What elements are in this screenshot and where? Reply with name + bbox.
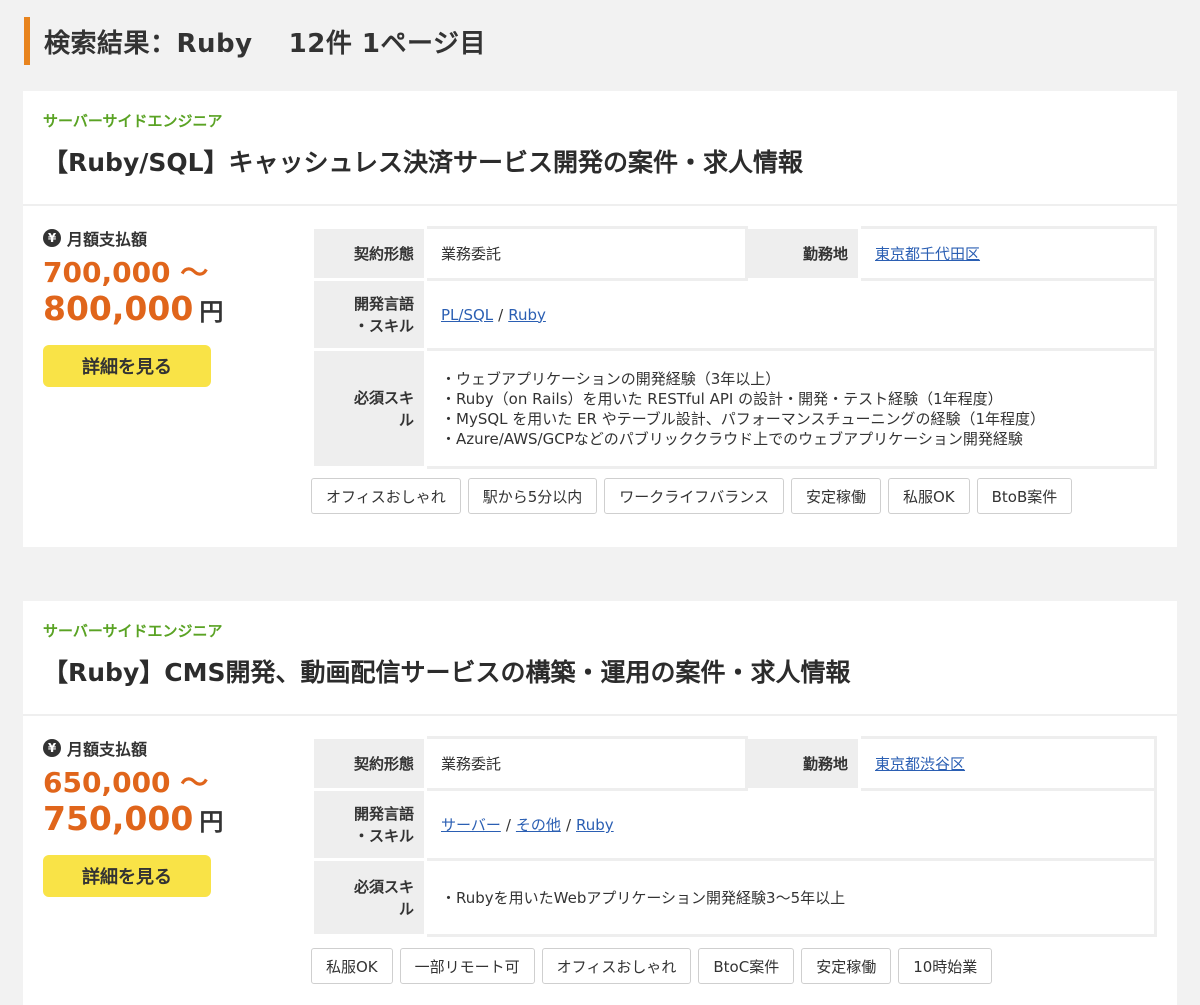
separator: /	[565, 816, 571, 834]
tag-chip[interactable]: 10時始業	[898, 948, 993, 984]
tag-chip[interactable]: オフィスおしゃれ	[311, 478, 461, 514]
job-category[interactable]: サーバーサイドエンジニア	[43, 620, 223, 641]
contract-label: 契約形態	[311, 736, 427, 791]
job-info-table: 契約形態 業務委託 勤務地 東京都千代田区 開発言語 ・スキル PL/SQL / Ru…	[311, 226, 1157, 469]
job-info-table: 契約形態 業務委託 勤務地 東京都渋谷区 開発言語 ・スキル サーバー / その他 / R…	[311, 736, 1157, 937]
job-card-header: サーバーサイドエンジニア 【Ruby/SQL】キャッシュレス決済サービス開発の案…	[23, 91, 1177, 206]
required-item: ・Azure/AWS/GCPなどのパブリッククラウド上でのウェブアプリケーション…	[441, 429, 1023, 448]
location-link[interactable]: 東京都千代田区	[875, 245, 980, 263]
heading-accent-bar	[24, 17, 30, 65]
contract-label: 契約形態	[311, 226, 427, 281]
required-item: ・ウェブアプリケーションの開発経験（3年以上）	[441, 369, 781, 388]
tag-list: 私服OK 一部リモート可 オフィスおしゃれ BtoC案件 安定稼働 10時始業	[311, 948, 993, 984]
required-item: ・Ruby（on Rails）を用いた RESTful API の設計・開発・テ…	[441, 389, 1003, 408]
tag-chip[interactable]: 私服OK	[311, 948, 393, 984]
job-title[interactable]: 【Ruby】CMS開発、動画配信サービスの構築・運用の案件・求人情報	[43, 653, 850, 689]
tag-chip[interactable]: 安定稼働	[801, 948, 892, 984]
skill-link[interactable]: サーバー	[441, 816, 501, 834]
required-label: 必須スキル	[311, 858, 427, 937]
job-card: サーバーサイドエンジニア 【Ruby/SQL】キャッシュレス決済サービス開発の案…	[23, 91, 1177, 547]
tag-chip[interactable]: BtoB案件	[976, 478, 1073, 514]
price-max: 800,000 円	[43, 290, 283, 331]
job-card-header: サーバーサイドエンジニア 【Ruby】CMS開発、動画配信サービスの構築・運用の…	[23, 601, 1177, 716]
yen-icon: ¥	[43, 739, 61, 757]
tag-chip[interactable]: 安定稼働	[790, 478, 881, 514]
required-label: 必須スキル	[311, 348, 427, 469]
skill-links: PL/SQL / Ruby	[424, 278, 1157, 351]
location-value: 東京都渋谷区	[858, 736, 1157, 791]
location-value: 東京都千代田区	[858, 226, 1157, 281]
location-label: 勤務地	[745, 226, 861, 281]
price-max-value: 800,000	[43, 289, 194, 328]
required-item: ・MySQL を用いた ER やテーブル設計、パフォーマンスチューニングの経験（…	[441, 409, 1046, 428]
required-skills: ・Rubyを用いたWebアプリケーション開発経験3〜5年以上	[424, 858, 1157, 937]
lang-label: 開発言語 ・スキル	[311, 788, 427, 861]
tag-chip[interactable]: 一部リモート可	[399, 948, 535, 984]
tag-list: オフィスおしゃれ 駅から5分以内 ワークライフバランス 安定稼働 私服OK Bt…	[311, 478, 1073, 514]
contract-value: 業務委託	[424, 736, 748, 791]
tag-chip[interactable]: 駅から5分以内	[467, 478, 598, 514]
lang-label: 開発言語 ・スキル	[311, 278, 427, 351]
page-title: 検索結果：Ruby 12件 1ページ目	[44, 28, 486, 59]
search-results-heading: 検索結果：Ruby 12件 1ページ目	[24, 17, 1176, 65]
required-item: ・Rubyを用いたWebアプリケーション開発経験3〜5年以上	[441, 888, 846, 907]
required-skills: ・ウェブアプリケーションの開発経験（3年以上） ・Ruby（on Rails）を…	[424, 348, 1157, 469]
separator: /	[498, 305, 504, 324]
price-min: 650,000 〜	[43, 766, 209, 799]
price-max-value: 750,000	[43, 799, 194, 838]
price-max: 750,000 円	[43, 800, 283, 841]
view-details-button[interactable]: 詳細を見る	[43, 345, 211, 387]
skill-link[interactable]: Ruby	[576, 816, 614, 834]
tag-chip[interactable]: 私服OK	[887, 478, 970, 514]
skill-links: サーバー / その他 / Ruby	[424, 788, 1157, 861]
tag-chip[interactable]: オフィスおしゃれ	[541, 948, 692, 984]
yen-icon: ¥	[43, 229, 61, 247]
skill-link[interactable]: その他	[516, 816, 561, 834]
contract-value: 業務委託	[424, 226, 748, 281]
job-title[interactable]: 【Ruby/SQL】キャッシュレス決済サービス開発の案件・求人情報	[43, 143, 803, 179]
skill-link[interactable]: Ruby	[508, 306, 546, 324]
price-min: 700,000 〜	[43, 256, 209, 289]
price-block: ¥ 月額支払額 650,000 〜 750,000 円 詳細を見る	[43, 736, 283, 897]
skill-link[interactable]: PL/SQL	[441, 306, 493, 324]
job-card: サーバーサイドエンジニア 【Ruby】CMS開発、動画配信サービスの構築・運用の…	[23, 601, 1177, 1005]
tag-chip[interactable]: ワークライフバランス	[604, 478, 784, 514]
tag-chip[interactable]: BtoC案件	[698, 948, 795, 984]
price-label-text: 月額支払額	[67, 230, 148, 249]
location-link[interactable]: 東京都渋谷区	[875, 755, 965, 773]
location-label: 勤務地	[745, 736, 861, 791]
price-unit: 円	[199, 298, 224, 326]
price-label: ¥ 月額支払額	[43, 736, 283, 760]
separator: /	[505, 816, 511, 834]
job-category[interactable]: サーバーサイドエンジニア	[43, 110, 223, 131]
price-block: ¥ 月額支払額 700,000 〜 800,000 円 詳細を見る	[43, 226, 283, 387]
price-label: ¥ 月額支払額	[43, 226, 283, 250]
view-details-button[interactable]: 詳細を見る	[43, 855, 211, 897]
price-label-text: 月額支払額	[67, 740, 148, 759]
price-unit: 円	[199, 808, 224, 836]
